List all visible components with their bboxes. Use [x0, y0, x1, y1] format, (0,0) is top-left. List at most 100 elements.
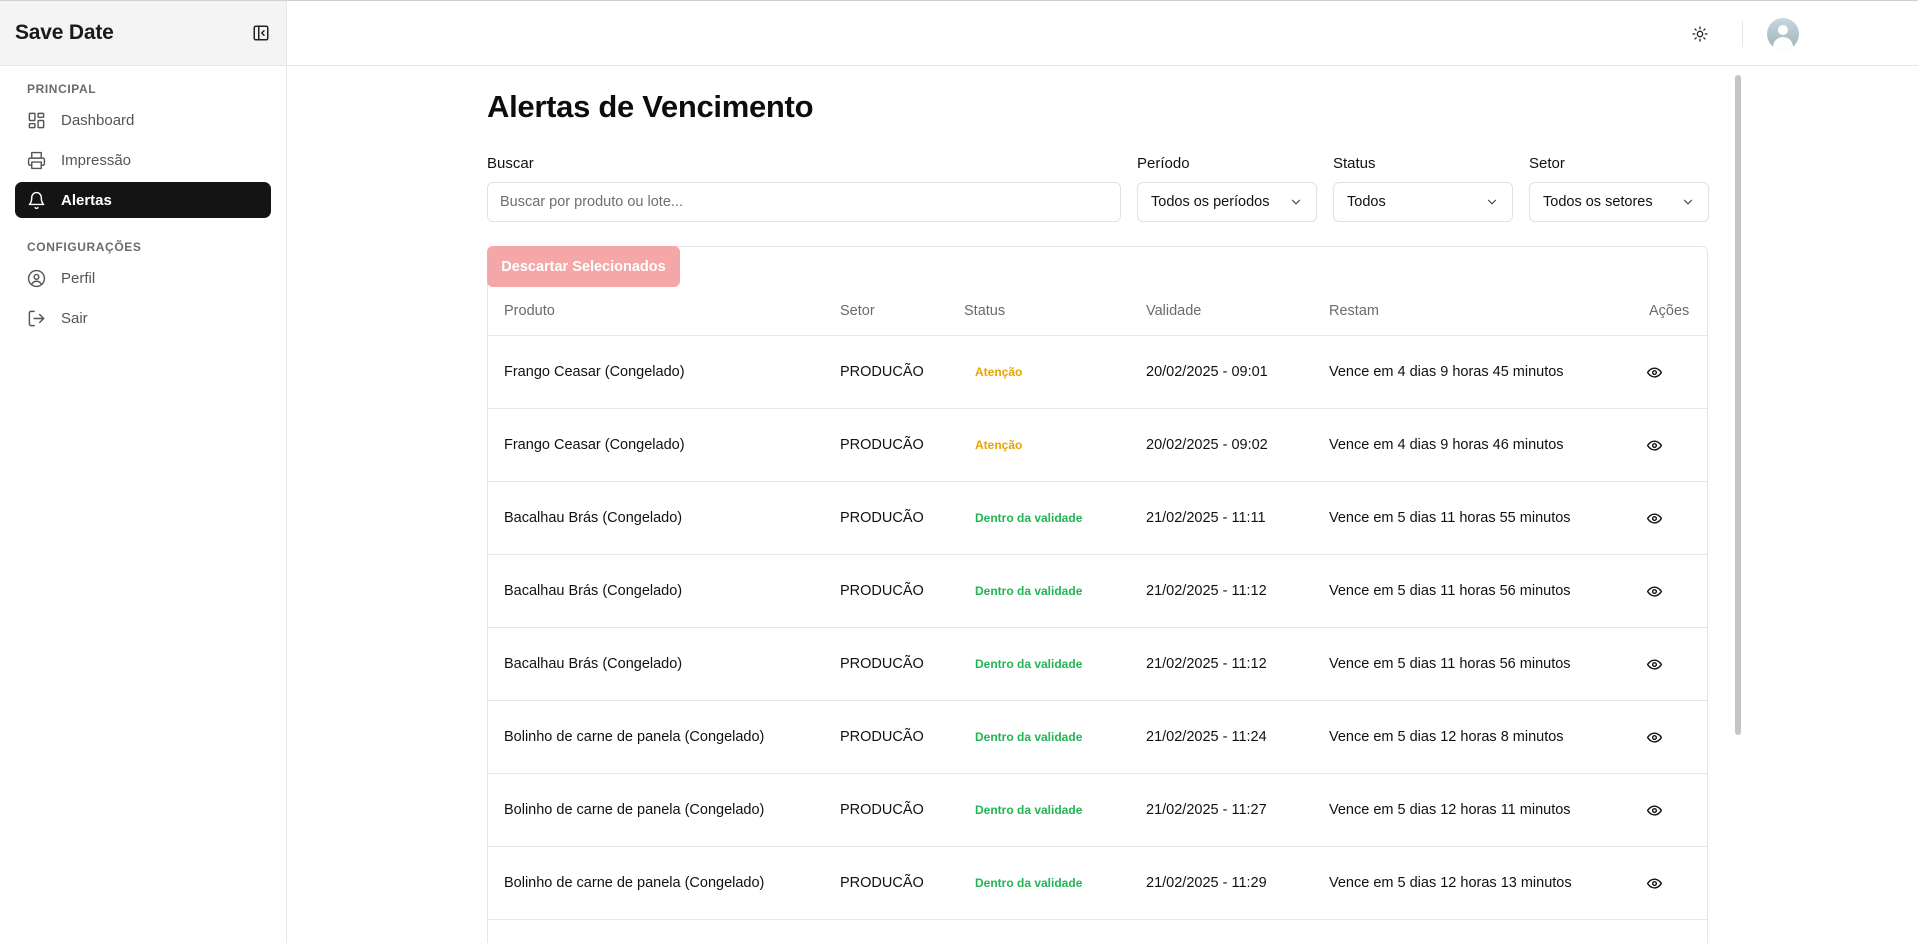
sidebar-header: Save Date: [0, 0, 286, 66]
main-content: Alertas de Vencimento Buscar Período Tod…: [287, 67, 1918, 943]
product-cell: Bolinho de carne de panela (Congelado): [504, 875, 765, 891]
status-badge: Dentro da validade: [975, 730, 1083, 744]
column-header-sector: Setor: [840, 303, 875, 319]
view-icon[interactable]: [1644, 628, 1664, 700]
product-cell: Bolinho de carne de panela (Congelado): [504, 729, 765, 745]
remaining-cell: Vence em 5 dias 12 horas 13 minutos: [1329, 875, 1572, 891]
remaining-cell: Vence em 5 dias 11 horas 56 minutos: [1329, 656, 1571, 672]
validity-cell: 21/02/2025 - 11:12: [1146, 583, 1267, 599]
sun-icon[interactable]: [1689, 23, 1711, 45]
page-title: Alertas de Vencimento: [487, 89, 814, 124]
topbar: [287, 0, 1918, 66]
topbar-divider: [1742, 21, 1743, 47]
sector-cell: PRODUCÃO: [840, 729, 924, 745]
discard-selected-button[interactable]: Descartar Selecionados: [487, 246, 680, 287]
column-header-actions: Ações: [1649, 303, 1690, 319]
scrollbar[interactable]: [1735, 75, 1741, 735]
product-cell: Bacalhau Brás (Congelado): [504, 510, 683, 526]
column-header-remaining: Restam: [1329, 303, 1379, 319]
period-select-value: Todos os períodos: [1151, 194, 1270, 210]
column-header-validity: Validade: [1146, 303, 1202, 319]
search-input[interactable]: [487, 182, 1121, 222]
validity-cell: 21/02/2025 - 11:11: [1146, 510, 1266, 526]
validity-cell: 21/02/2025 - 11:12: [1146, 656, 1267, 672]
table-row[interactable]: Bolinho de carne de panela (Congelado) PR…: [488, 701, 1707, 774]
view-icon[interactable]: [1644, 847, 1664, 919]
status-select-value: Todos: [1347, 194, 1386, 210]
view-icon[interactable]: [1644, 701, 1664, 773]
status-badge: Dentro da validade: [975, 657, 1083, 671]
status-badge: Dentro da validade: [975, 511, 1083, 525]
table-row[interactable]: Frango Ceasar (Congelado) PRODUCÃO Atenção…: [488, 336, 1707, 409]
status-select[interactable]: Todos: [1333, 182, 1513, 222]
sidebar-item-label: Sair: [61, 309, 88, 327]
printer-icon: [27, 151, 46, 170]
status-label: Status: [1333, 155, 1376, 172]
view-icon[interactable]: [1644, 555, 1664, 627]
sector-cell: PRODUCÃO: [840, 364, 924, 380]
search-label: Buscar: [487, 155, 534, 172]
validity-cell: 21/02/2025 - 11:29: [1146, 875, 1267, 891]
chevron-down-icon: [1683, 199, 1693, 205]
table-row[interactable]: Frango Ceasar (Congelado) PRODUCÃO Atenção…: [488, 409, 1707, 482]
validity-cell: 21/02/2025 - 11:24: [1146, 729, 1267, 745]
sidebar-item-perfil[interactable]: Perfil: [15, 260, 271, 296]
sidebar-item-impressao[interactable]: Impressão: [15, 142, 271, 178]
sidebar-item-label: Alertas: [61, 191, 112, 209]
brand-title: Save Date: [15, 21, 114, 44]
logout-icon: [27, 309, 46, 328]
sector-cell: PRODUCÃO: [840, 802, 924, 818]
status-badge: Atenção: [975, 365, 1023, 379]
sidebar-item-label: Dashboard: [61, 111, 135, 129]
product-cell: Bacalhau Brás (Congelado): [504, 583, 683, 599]
table-row[interactable]: Bacalhau Brás (Congelado) PRODUCÃO Dentro …: [488, 555, 1707, 628]
period-select[interactable]: Todos os períodos: [1137, 182, 1317, 222]
status-badge: Atenção: [975, 438, 1023, 452]
sector-label: Setor: [1529, 155, 1565, 172]
user-circle-icon: [27, 269, 46, 288]
product-cell: Bolinho de carne de panela (Congelado): [504, 802, 765, 818]
remaining-cell: Vence em 4 dias 9 horas 45 minutos: [1329, 364, 1564, 380]
status-badge: Dentro da validade: [975, 803, 1083, 817]
validity-cell: 20/02/2025 - 09:01: [1146, 364, 1268, 380]
dashboard-icon: [27, 111, 46, 130]
remaining-cell: Vence em 4 dias 9 horas 46 minutos: [1329, 437, 1564, 453]
view-icon[interactable]: [1644, 409, 1664, 481]
view-icon[interactable]: [1644, 774, 1664, 846]
table-row[interactable]: Bacalhau Brás (Congelado) PRODUCÃO Dentro …: [488, 482, 1707, 555]
table-row[interactable]: Bacalhau Brás (Congelado) PRODUCÃO Dentro …: [488, 628, 1707, 701]
sidebar-item-alertas[interactable]: Alertas: [15, 182, 271, 218]
sidebar-item-label: Impressão: [61, 151, 132, 169]
remaining-cell: Vence em 5 dias 11 horas 56 minutos: [1329, 583, 1571, 599]
sector-cell: PRODUCÃO: [840, 510, 924, 526]
remaining-cell: Vence em 5 dias 11 horas 55 minutos: [1329, 510, 1571, 526]
bell-icon: [27, 191, 46, 210]
sector-cell: PRODUCÃO: [840, 583, 924, 599]
status-badge: Dentro da validade: [975, 584, 1083, 598]
sector-cell: PRODUCÃO: [840, 656, 924, 672]
product-cell: Frango Ceasar (Congelado): [504, 364, 685, 380]
view-icon[interactable]: [1644, 482, 1664, 554]
table-row[interactable]: Bolinho de carne de panela (Congelado) PR…: [488, 847, 1707, 920]
product-cell: Bacalhau Brás (Congelado): [504, 656, 683, 672]
remaining-cell: Vence em 5 dias 12 horas 11 minutos: [1329, 802, 1571, 818]
remaining-cell: Vence em 5 dias 12 horas 8 minutos: [1329, 729, 1564, 745]
status-badge: Dentro da validade: [975, 876, 1083, 890]
sector-cell: PRODUCÃO: [840, 437, 924, 453]
sidebar: Save Date PRINCIPAL Dashboard Impressão …: [0, 0, 287, 943]
nav-section-principal-title: PRINCIPAL: [27, 82, 97, 96]
view-icon[interactable]: [1644, 336, 1664, 408]
sidebar-item-dashboard[interactable]: Dashboard: [15, 102, 271, 138]
chevron-down-icon: [1487, 199, 1497, 205]
validity-cell: 20/02/2025 - 09:02: [1146, 437, 1268, 453]
chevron-down-icon: [1291, 199, 1301, 205]
sector-cell: PRODUCÃO: [840, 875, 924, 891]
period-label: Período: [1137, 155, 1190, 172]
sector-select-value: Todos os setores: [1543, 194, 1653, 210]
sidebar-collapse-icon[interactable]: [251, 23, 271, 43]
column-header-product: Produto: [504, 303, 555, 319]
sector-select[interactable]: Todos os setores: [1529, 182, 1709, 222]
table-row[interactable]: Bolinho de carne de panela (Congelado) PR…: [488, 774, 1707, 847]
sidebar-item-sair[interactable]: Sair: [15, 300, 271, 336]
user-avatar-icon[interactable]: [1767, 18, 1799, 50]
